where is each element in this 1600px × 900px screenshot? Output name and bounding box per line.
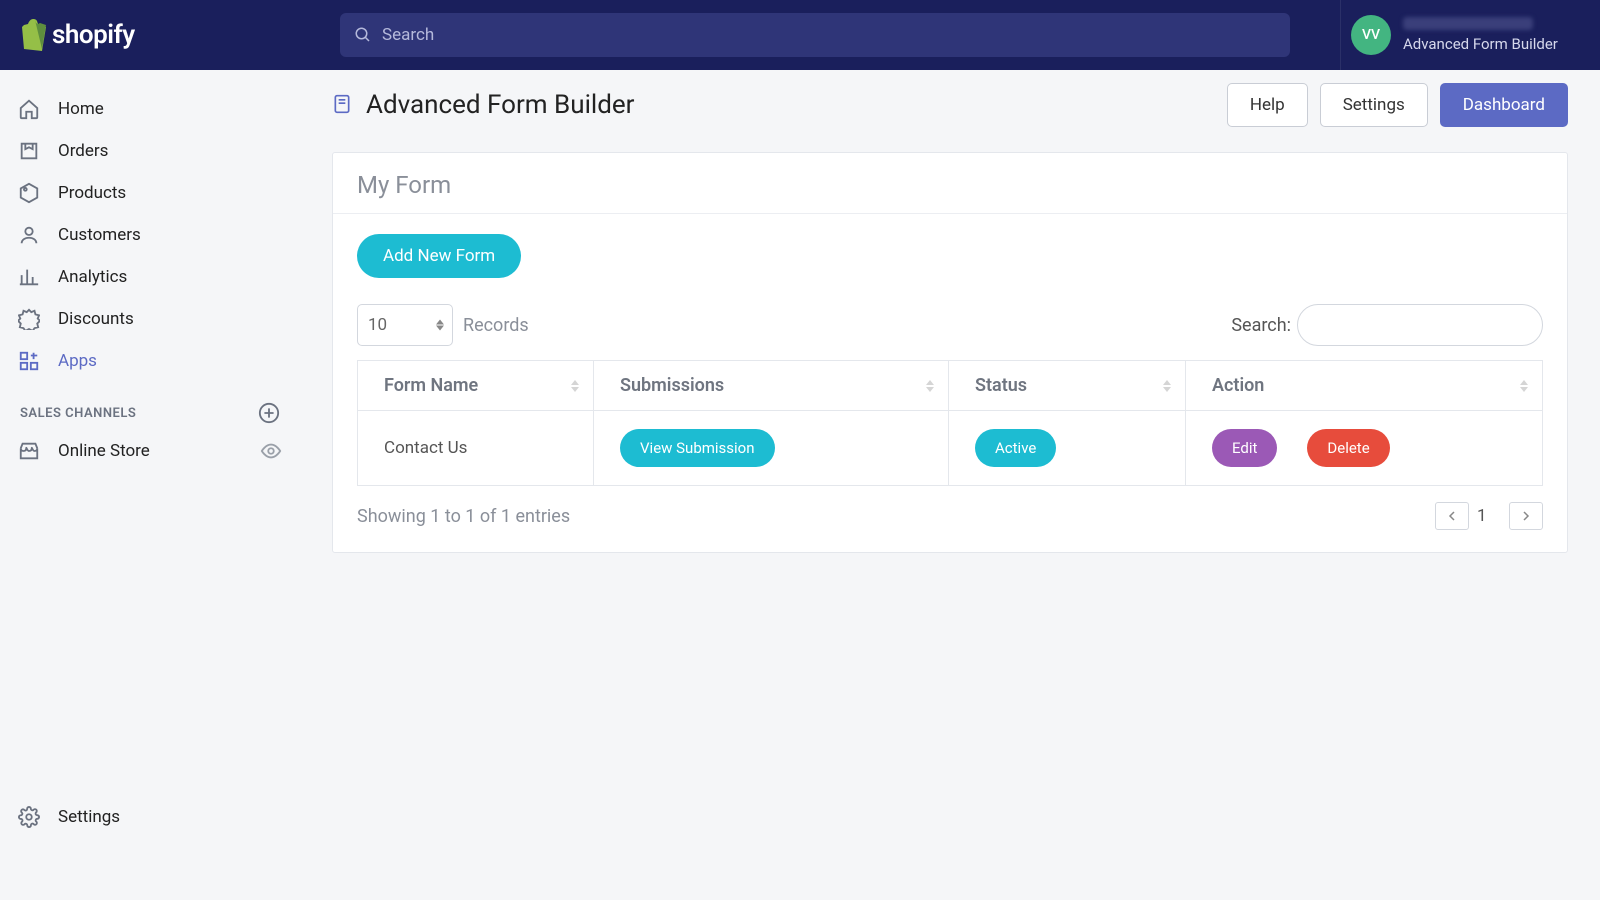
logo-area: shopify [0, 0, 300, 70]
col-status[interactable]: Status [949, 361, 1186, 411]
brand-text: shopify [52, 20, 135, 50]
home-icon [18, 98, 40, 120]
main-content: Advanced Form Builder Help Settings Dash… [300, 70, 1600, 900]
cell-status: Active [949, 411, 1186, 486]
sidebar-label: Home [58, 99, 104, 119]
shopify-bag-icon [18, 19, 46, 51]
records-per-page-select[interactable]: 10 [357, 304, 453, 346]
orders-icon [18, 140, 40, 162]
page-title: Advanced Form Builder [366, 90, 634, 120]
settings-button[interactable]: Settings [1320, 83, 1428, 127]
help-button[interactable]: Help [1227, 83, 1308, 127]
sort-icon [1163, 380, 1171, 392]
topbar: shopify Search VV Advanced Form Builder [0, 0, 1600, 70]
table-search-label: Search: [1231, 315, 1291, 336]
page-number: 1 [1477, 502, 1501, 530]
view-submission-button[interactable]: View Submission [620, 429, 775, 467]
sidebar-item-analytics[interactable]: Analytics [0, 256, 300, 298]
channel-label: Online Store [58, 441, 150, 461]
analytics-icon [18, 266, 40, 288]
search-icon [354, 26, 372, 44]
cell-action: Edit Delete [1186, 411, 1543, 486]
sort-icon [926, 380, 934, 392]
avatar: VV [1351, 15, 1391, 55]
sidebar: Home Orders Products Customers Analytics… [0, 70, 300, 900]
user-info: Advanced Form Builder [1403, 17, 1558, 53]
sidebar-item-home[interactable]: Home [0, 88, 300, 130]
delete-button[interactable]: Delete [1307, 429, 1389, 467]
edit-button[interactable]: Edit [1212, 429, 1277, 467]
app-icon [332, 94, 354, 116]
next-page-button[interactable] [1509, 502, 1543, 530]
sidebar-item-orders[interactable]: Orders [0, 130, 300, 172]
table-footer-info: Showing 1 to 1 of 1 entries [357, 506, 570, 527]
records-value: 10 [368, 315, 387, 335]
gear-icon [18, 806, 40, 828]
search-placeholder: Search [382, 25, 434, 45]
section-title: SALES CHANNELS [20, 406, 136, 421]
records-label: Records [463, 315, 529, 336]
sidebar-item-products[interactable]: Products [0, 172, 300, 214]
select-chevron-icon [436, 320, 444, 331]
table-search-input[interactable] [1297, 304, 1543, 346]
dashboard-button[interactable]: Dashboard [1440, 83, 1568, 127]
sidebar-label: Apps [58, 351, 97, 371]
top-center: Search [300, 13, 1340, 57]
card-title: My Form [333, 153, 1567, 214]
page-header: Advanced Form Builder Help Settings Dash… [300, 70, 1600, 140]
user-menu[interactable]: VV Advanced Form Builder [1340, 0, 1600, 70]
col-submissions[interactable]: Submissions [594, 361, 949, 411]
sidebar-label: Discounts [58, 309, 134, 329]
sidebar-label: Orders [58, 141, 108, 161]
apps-icon [18, 350, 40, 372]
global-search[interactable]: Search [340, 13, 1290, 57]
discounts-icon [18, 308, 40, 330]
pagination: 1 [1435, 502, 1543, 530]
shopify-logo[interactable]: shopify [18, 19, 135, 51]
sidebar-item-settings[interactable]: Settings [0, 794, 300, 840]
forms-card: My Form Add New Form 10 Records Search: [332, 152, 1568, 553]
user-subtitle: Advanced Form Builder [1403, 35, 1558, 53]
products-icon [18, 182, 40, 204]
sidebar-label: Analytics [58, 267, 127, 287]
sidebar-item-discounts[interactable]: Discounts [0, 298, 300, 340]
add-channel-button[interactable] [258, 402, 280, 424]
sort-icon [1520, 380, 1528, 392]
sort-icon [571, 380, 579, 392]
sidebar-item-customers[interactable]: Customers [0, 214, 300, 256]
store-icon [18, 440, 40, 462]
cell-submissions: View Submission [594, 411, 949, 486]
table-row: Contact Us View Submission Active Edit D… [358, 411, 1543, 486]
sidebar-label: Customers [58, 225, 141, 245]
sales-channels-section: SALES CHANNELS [0, 382, 300, 430]
user-name-redacted [1403, 17, 1533, 30]
settings-label: Settings [58, 807, 120, 827]
sidebar-label: Products [58, 183, 126, 203]
prev-page-button[interactable] [1435, 502, 1469, 530]
sidebar-item-apps[interactable]: Apps [0, 340, 300, 382]
customers-icon [18, 224, 40, 246]
add-new-form-button[interactable]: Add New Form [357, 234, 521, 278]
col-action[interactable]: Action [1186, 361, 1543, 411]
forms-table: Form Name Submissions Status Action Cont… [357, 360, 1543, 486]
channel-online-store[interactable]: Online Store [0, 430, 300, 472]
status-badge[interactable]: Active [975, 429, 1056, 467]
view-store-icon[interactable] [260, 440, 282, 462]
col-form-name[interactable]: Form Name [358, 361, 594, 411]
cell-form-name: Contact Us [358, 411, 594, 486]
